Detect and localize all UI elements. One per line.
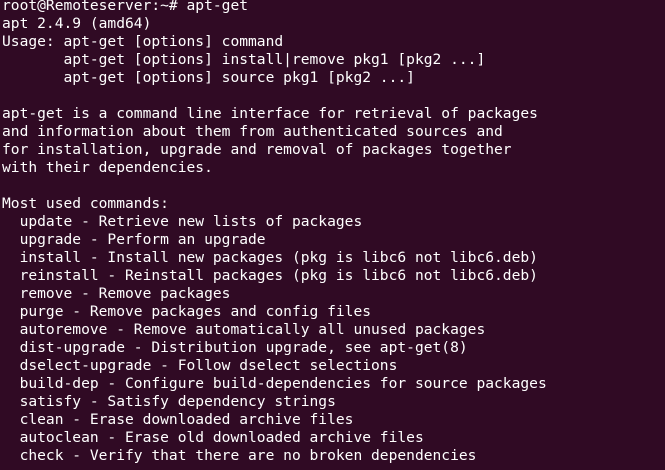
terminal-window[interactable]: root@Remoteserver:~# apt-get apt 2.4.9 (… [0,0,665,470]
terminal-output: root@Remoteserver:~# apt-get apt 2.4.9 (… [2,0,547,465]
command-line: autoclean - Erase old downloaded archive… [2,429,424,446]
command-line: dist-upgrade - Distribution upgrade, see… [2,339,468,356]
description-line: with their dependencies. [2,159,213,176]
command-line: reinstall - Reinstall packages (pkg is l… [2,267,538,284]
version-line: apt 2.4.9 (amd64) [2,15,152,32]
command-line: clean - Erase downloaded archive files [2,411,354,428]
command-line: autoremove - Remove automatically all un… [2,321,486,338]
command-line: update - Retrieve new lists of packages [2,213,363,230]
command-line: install - Install new packages (pkg is l… [2,249,538,266]
prompt-line: root@Remoteserver:~# apt-get [2,0,249,14]
usage-line: apt-get [options] source pkg1 [pkg2 ...] [2,69,415,86]
command-line: satisfy - Satisfy dependency strings [2,393,336,410]
description-line: for installation, upgrade and removal of… [2,141,512,158]
command-line: upgrade - Perform an upgrade [2,231,266,248]
usage-line: Usage: apt-get [options] command [2,33,284,50]
description-line: apt-get is a command line interface for … [2,105,538,122]
command-line: dselect-upgrade - Follow dselect selecti… [2,357,398,374]
command-line: remove - Remove packages [2,285,231,302]
command-line: build-dep - Configure build-dependencies… [2,375,547,392]
commands-heading: Most used commands: [2,195,169,212]
usage-line: apt-get [options] install|remove pkg1 [p… [2,51,486,68]
command-line: check - Verify that there are no broken … [2,447,477,464]
description-line: and information about them from authenti… [2,123,503,140]
command-line: purge - Remove packages and config files [2,303,372,320]
